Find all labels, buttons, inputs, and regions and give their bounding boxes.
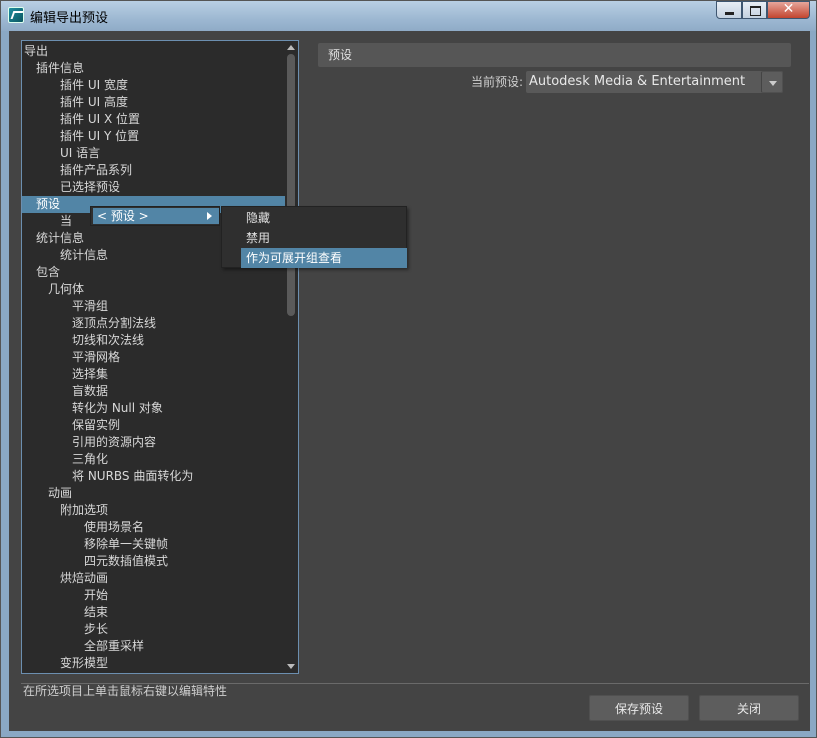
tree-item[interactable]: 统计信息: [22, 247, 108, 264]
tree-item[interactable]: 变形模型: [22, 655, 108, 672]
current-preset-dropdown[interactable]: Autodesk Media & Entertainment: [526, 71, 783, 93]
close-icon: ✕: [782, 1, 795, 17]
scroll-thumb[interactable]: [287, 54, 295, 316]
scroll-down-arrow-icon[interactable]: [287, 664, 295, 669]
tree-item[interactable]: 步长: [22, 621, 108, 638]
tree-item[interactable]: 统计信息: [22, 230, 84, 247]
tree-item[interactable]: 选择集: [22, 366, 108, 383]
tree-item[interactable]: 三角化: [22, 451, 108, 468]
property-tree[interactable]: 变形模型 全部重采样 步长 结束 开始 烘焙动画 四元数插值模式 移除单一关键帧 使用场景名 附加…: [21, 40, 299, 674]
tree-item[interactable]: 当: [22, 213, 72, 230]
tree-item[interactable]: 导出: [22, 43, 48, 60]
tree-item[interactable]: 插件信息: [22, 60, 84, 77]
tree-item[interactable]: 逐顶点分割法线: [22, 315, 156, 332]
tree-item[interactable]: 插件 UI Y 位置: [22, 128, 139, 145]
tree-item[interactable]: 移除单一关键帧: [22, 536, 168, 553]
tree-item[interactable]: 将 NURBS 曲面转化为: [22, 468, 193, 485]
context-menu: < 预设 >: [90, 206, 220, 226]
context-submenu: 隐藏 禁用 作为可展开组查看: [221, 206, 407, 268]
tree-scrollbar[interactable]: [285, 42, 297, 672]
tree-item[interactable]: 插件 UI 宽度: [22, 77, 128, 94]
tree-item[interactable]: 切线和次法线: [22, 332, 144, 349]
scroll-up-arrow-icon[interactable]: [287, 45, 295, 50]
tree-item[interactable]: 使用场景名: [22, 519, 144, 536]
tree-item[interactable]: 插件产品系列: [22, 162, 132, 179]
submenu-item-view-as-group[interactable]: 作为可展开组查看: [241, 248, 407, 268]
tree-item[interactable]: 平滑网格: [22, 349, 120, 366]
tree-item[interactable]: 动画: [22, 485, 72, 502]
app-icon: [8, 7, 24, 23]
tree-item[interactable]: 已选择预设: [22, 179, 120, 196]
window-title: 编辑导出预设: [30, 11, 109, 26]
tree-item[interactable]: 转化为 Null 对象: [22, 400, 163, 417]
tree-item[interactable]: 附加选项: [22, 502, 108, 519]
tree-item[interactable]: 包含: [22, 264, 60, 281]
submenu-arrow-icon: [207, 212, 212, 220]
tree-item[interactable]: 盲数据: [22, 383, 108, 400]
maximize-button[interactable]: [742, 1, 767, 19]
dialog-window: 编辑导出预设 ✕ 变形模型 全部重采样 步长 结束 开始 烘焙动画 四元数插值模式 移除单一关…: [0, 0, 817, 738]
tree-item[interactable]: UI 语言: [22, 145, 100, 162]
current-preset-value: Autodesk Media & Entertainment: [529, 74, 746, 89]
tree-item[interactable]: 烘焙动画: [22, 570, 108, 587]
minimize-button[interactable]: [716, 1, 742, 19]
close-window-button[interactable]: ✕: [767, 1, 810, 19]
save-preset-button[interactable]: 保存预设: [589, 695, 689, 721]
tree-item[interactable]: 保留实例: [22, 417, 120, 434]
tree-item[interactable]: 结束: [22, 604, 108, 621]
tree-item[interactable]: 平滑组: [22, 298, 108, 315]
title-bar[interactable]: 编辑导出预设 ✕: [1, 1, 816, 31]
context-menu-preset-item[interactable]: < 预设 >: [93, 208, 219, 224]
chevron-down-icon[interactable]: [761, 71, 783, 93]
submenu-item-hide[interactable]: 隐藏: [241, 208, 407, 228]
context-menu-item-label: < 预设 >: [97, 209, 149, 223]
preset-section-header[interactable]: 预设: [318, 43, 791, 67]
tree-item[interactable]: 开始: [22, 587, 108, 604]
status-hint: 在所选项目上单击鼠标右键以编辑特性: [23, 684, 228, 698]
tree-item[interactable]: 全部重采样: [22, 638, 144, 655]
current-preset-label: 当前预设:: [471, 75, 524, 89]
tree-item[interactable]: 四元数插值模式: [22, 553, 168, 570]
close-button[interactable]: 关闭: [699, 695, 799, 721]
tree-item[interactable]: 引用的资源内容: [22, 434, 156, 451]
tree-item[interactable]: 插件 UI X 位置: [22, 111, 140, 128]
tree-item[interactable]: 几何体: [22, 281, 84, 298]
dialog-client: 变形模型 全部重采样 步长 结束 开始 烘焙动画 四元数插值模式 移除单一关键帧 使用场景名 附加…: [9, 31, 810, 731]
submenu-item-disable[interactable]: 禁用: [241, 228, 407, 248]
tree-item[interactable]: 插件 UI 高度: [22, 94, 128, 111]
